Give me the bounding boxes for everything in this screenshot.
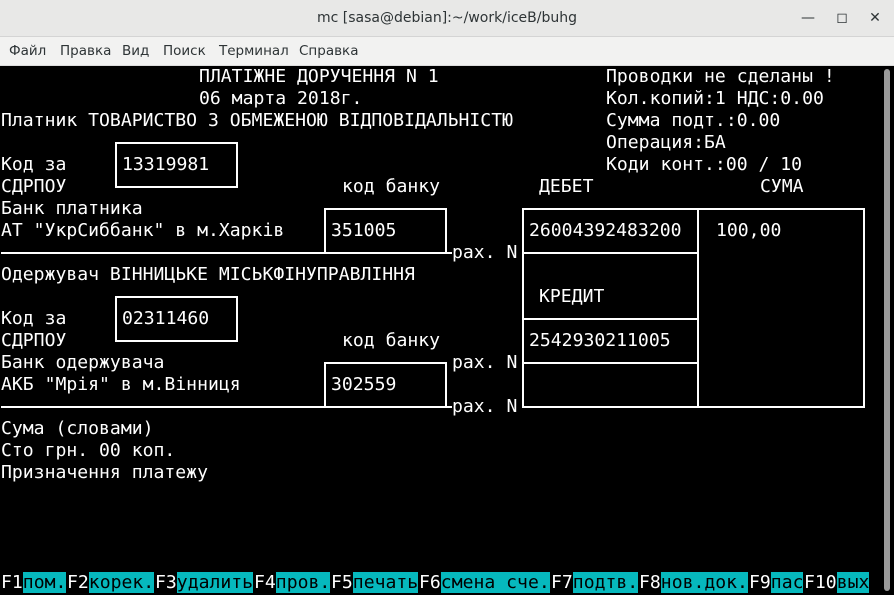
fkey-f7[interactable]: F7подтв. <box>551 572 639 594</box>
fkey-f9-label: пас <box>770 572 804 593</box>
table-line-1 <box>522 252 699 254</box>
recipient-mfo: 302559 <box>331 374 397 395</box>
fkey-f6-key: F6 <box>419 572 441 593</box>
status-text: Проводки не сделаны ! <box>606 66 835 87</box>
payer-bank-code-label: код банку <box>342 176 441 197</box>
payer-code: 13319981 <box>122 154 210 175</box>
doc-heading: ПЛАТІЖНЕ ДОРУЧЕННЯ N 1 <box>199 66 439 87</box>
fkey-f5-key: F5 <box>331 572 353 593</box>
separator-2 <box>1 406 452 408</box>
fkey-f10-key: F10 <box>804 572 837 593</box>
recipient-bank-name: АКБ "Мрія" в м.Вінниця <box>1 374 241 395</box>
contract-codes: Коди конт.:00 / 10 <box>606 154 803 175</box>
fkey-f7-label: подтв. <box>572 572 639 593</box>
fkey-f9[interactable]: F9пас <box>749 572 804 594</box>
recipient-account: 2542930211005 <box>529 330 671 351</box>
fkey-f5-label: печать <box>352 572 419 593</box>
fkey-f1-key: F1 <box>1 572 23 593</box>
fkey-f10[interactable]: F10вых <box>804 572 870 594</box>
maximize-icon[interactable]: ◻ <box>831 7 853 29</box>
window-title: mc [sasa@debian]:~/work/iceB/buhg <box>317 10 577 26</box>
separator-1 <box>1 252 452 254</box>
menu-terminal[interactable]: Терминал <box>219 43 289 59</box>
fkey-f4-key: F4 <box>254 572 276 593</box>
operation-text: Операция:БА <box>606 132 726 153</box>
sum-words: Сто грн. 00 коп. <box>1 440 176 461</box>
payer-mfo: 351005 <box>331 220 397 241</box>
fkey-f4[interactable]: F4пров. <box>254 572 331 594</box>
fkey-f3-key: F3 <box>155 572 177 593</box>
recipient-bank-label: Банк одержувача <box>1 352 165 373</box>
recipient-kod-label: Код за <box>1 308 67 329</box>
fkey-f3-label: удалить <box>176 572 254 593</box>
fkey-f2[interactable]: F2корек. <box>67 572 155 594</box>
sum-words-label: Сума (словами) <box>1 418 154 439</box>
recipient-bank-code-label: код банку <box>342 330 441 351</box>
fkey-f8-key: F8 <box>639 572 661 593</box>
payer-kod-label: Код за <box>1 154 67 175</box>
copies-text: Кол.копий:1 НДС:0.00 <box>606 88 824 109</box>
debit-label: ДЕБЕТ <box>539 176 594 197</box>
fkey-f2-label: корек. <box>88 572 155 593</box>
recipient-rah-label-2: рах. N <box>452 396 518 417</box>
credit-label: КРЕДИТ <box>539 286 605 307</box>
menu-help[interactable]: Справка <box>299 43 358 59</box>
payer-account: 26004392483200 <box>529 220 682 241</box>
doc-date: 06 марта 2018г. <box>199 88 363 109</box>
table-line-2 <box>522 318 699 320</box>
menu-view[interactable]: Вид <box>122 43 149 59</box>
purpose-label: Призначення платежу <box>1 462 208 483</box>
menu-file[interactable]: Файл <box>9 43 46 59</box>
table-line-3 <box>522 362 699 364</box>
payer-bank-label: Банк платника <box>1 198 143 219</box>
payer-bank-name: АТ "УкрСиббанк" в м.Харків <box>1 220 285 241</box>
scrollbar-thumb[interactable] <box>884 69 890 591</box>
fkey-f1[interactable]: F1пом. <box>1 572 67 594</box>
fkey-f3[interactable]: F3удалить <box>155 572 254 594</box>
table-divider <box>697 208 699 408</box>
sum-confirmed: Сумма подт.:0.00 <box>606 110 781 131</box>
close-icon[interactable]: ✕ <box>864 7 886 29</box>
fkey-f9-key: F9 <box>749 572 771 593</box>
amount-value: 100,00 <box>716 220 782 241</box>
recipient-account-label: рах. N <box>452 352 518 373</box>
terminal-scrollbar[interactable] <box>881 66 894 595</box>
payer-account-label: рах. N <box>452 242 518 263</box>
fkey-f10-label: вых <box>836 572 870 593</box>
menu-edit[interactable]: Правка <box>60 43 111 59</box>
fkey-f8-label: нов.док. <box>660 572 748 593</box>
payer-edrpou-label: СДРПОУ <box>1 176 67 197</box>
sum-label: СУМА <box>760 176 804 197</box>
fkey-f1-label: пом. <box>22 572 67 593</box>
menu-bar: Файл Правка Вид Поиск Терминал Справка <box>0 37 894 66</box>
window-titlebar: mc [sasa@debian]:~/work/iceB/buhg — ◻ ✕ <box>0 0 894 37</box>
recipient-edrpou-label: СДРПОУ <box>1 330 67 351</box>
fkey-f6[interactable]: F6смена сче. <box>419 572 550 594</box>
recipient-code: 02311460 <box>122 308 210 329</box>
menu-search[interactable]: Поиск <box>163 43 206 59</box>
fkey-f8[interactable]: F8нов.док. <box>639 572 748 594</box>
payer-line: Платник ТОВАРИСТВО З ОБМЕЖЕНОЮ ВІДПОВІДА… <box>1 110 513 131</box>
fkey-f5[interactable]: F5печать <box>331 572 419 594</box>
fkey-f2-key: F2 <box>67 572 89 593</box>
fkey-f4-label: пров. <box>275 572 331 593</box>
fkey-f7-key: F7 <box>551 572 573 593</box>
minimize-icon[interactable]: — <box>797 7 819 29</box>
recipient-line: Одержувач ВІННИЦЬКЕ МІСЬКФІНУПРАВЛІННЯ <box>1 264 415 285</box>
fkey-f6-label: смена сче. <box>440 572 550 593</box>
